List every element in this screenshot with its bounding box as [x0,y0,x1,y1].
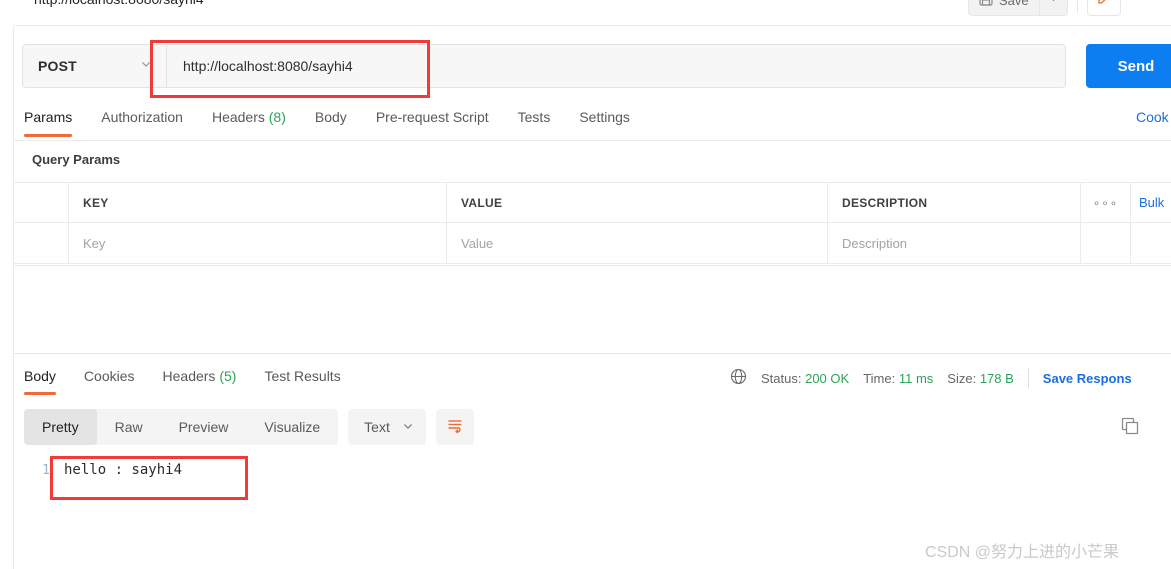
time-label: Time: [863,370,896,386]
description-input[interactable]: Description [842,236,907,251]
response-tab-headers-label: Headers [162,368,216,384]
response-tab-cookies[interactable]: Cookies [84,365,135,395]
header-value: VALUE [461,195,503,210]
save-button[interactable]: Save [968,0,1040,16]
tab-pre-request-script[interactable]: Pre-request Script [376,104,489,137]
request-tabs-divider [14,140,1171,141]
response-format-selector[interactable]: Text [348,409,426,445]
size-value: 178 B [979,370,1014,386]
bulk-edit-link: Bulk [1131,182,1171,223]
tab-params[interactable]: Params [24,104,73,137]
tab-authorization[interactable]: Authorization [101,104,183,137]
tab-params-label: Params [24,109,73,125]
status-value: 200 OK [805,370,850,386]
floppy-disk-icon [979,0,993,9]
view-mode-pretty[interactable]: Pretty [24,409,97,445]
response-tab-headers-count: (5) [219,368,237,384]
time-badge: Time: 11 ms [863,371,933,386]
chevron-down-icon [140,57,152,75]
response-tab-headers[interactable]: Headers (5) [163,365,237,395]
word-wrap-button[interactable] [435,409,474,445]
time-value: 11 ms [898,370,934,386]
table-row[interactable]: Key Value Description [14,222,1171,264]
line-number: 1 [42,462,50,478]
pencil-icon [1096,0,1112,11]
tab-headers-label: Headers [211,109,265,125]
ellipsis-icon: ∘∘∘ [1092,195,1119,210]
response-body-viewer[interactable]: 1 hello : sayhi4 [24,457,1124,483]
tab-tests[interactable]: Tests [518,104,551,137]
url-bar-row: POST http://localhost:8080/sayhi4 Send [0,26,1171,104]
tab-headers[interactable]: Headers (8) [212,104,286,137]
save-button-label: Save [999,0,1029,8]
response-view-toolbar: Pretty Raw Preview Visualize Text [24,409,474,445]
header-checkbox-cell [14,182,69,223]
status-badge: Status: 200 OK [761,371,849,386]
bulk-edit-label[interactable]: Bulk [1139,195,1164,210]
copy-to-clipboard-button[interactable] [1120,416,1140,441]
url-bar: POST http://localhost:8080/sayhi4 [22,44,1066,88]
tab-pre-request-script-label: Pre-request Script [375,109,489,125]
status-label: Status: [761,370,802,386]
request-tab-title[interactable]: http://localhost:8080/sayhi4 [34,0,204,7]
edit-button[interactable] [1086,0,1121,16]
response-tab-test-results-label: Test Results [264,368,341,384]
key-input[interactable]: Key [83,236,105,251]
row-end-cell [1131,223,1171,264]
watermark: CSDN @努力上进的小芒果 [925,544,1120,561]
status-divider [1027,368,1029,388]
pane-splitter[interactable] [14,353,1171,354]
tab-headers-count: (8) [268,109,286,125]
response-view-mode-group: Pretty Raw Preview Visualize [24,409,339,445]
size-badge: Size: 178 B [947,371,1014,386]
toolbar-divider [1076,0,1078,13]
query-params-title: Query Params [32,152,121,167]
response-tab-body-label: Body [24,368,56,384]
tab-authorization-label: Authorization [101,109,183,125]
size-label: Size: [947,370,977,386]
tab-settings-label: Settings [579,109,630,125]
chevron-down-icon [1048,0,1059,9]
query-params-table: KEY VALUE DESCRIPTION ∘∘∘ Bulk Key Value… [14,182,1171,264]
top-bar: http://localhost:8080/sayhi4 Save [0,0,1171,26]
row-checkbox-cell[interactable] [14,222,69,264]
response-tab-cookies-label: Cookies [83,368,135,384]
postman-window: http://localhost:8080/sayhi4 Save [0,0,1171,569]
tab-tests-label: Tests [517,109,551,125]
globe-icon [730,368,747,388]
save-response-link[interactable]: Save Respons [1043,371,1132,386]
method-label: POST [38,58,77,74]
view-mode-raw[interactable]: Raw [97,409,161,445]
request-tabs: Params Authorization Headers (8) Body Pr… [0,104,1171,140]
copy-icon [1120,417,1140,440]
word-wrap-icon [446,416,464,439]
save-options-button[interactable] [1039,0,1068,16]
tab-body[interactable]: Body [315,104,347,137]
method-selector[interactable]: POST [23,45,167,87]
response-tab-test-results[interactable]: Test Results [264,365,340,395]
params-bottom-divider [14,265,1171,266]
response-tab-body[interactable]: Body [24,365,56,395]
tab-settings[interactable]: Settings [579,104,630,137]
header-description: DESCRIPTION [842,195,928,210]
cookies-link[interactable]: Cook [1136,109,1169,125]
view-mode-preview[interactable]: Preview [161,409,247,445]
more-options-button[interactable]: ∘∘∘ [1081,182,1131,223]
view-mode-visualize[interactable]: Visualize [246,409,338,445]
response-body-text: hello : sayhi4 [64,462,183,478]
response-status-bar: Status: 200 OK Time: 11 ms Size: 178 B S… [730,368,1132,388]
response-format-label: Text [364,419,390,435]
value-input[interactable]: Value [461,236,493,251]
tab-body-label: Body [314,109,347,125]
table-header-row: KEY VALUE DESCRIPTION ∘∘∘ Bulk [14,182,1171,223]
row-more-cell [1081,222,1131,264]
save-button-group: Save [968,0,1121,16]
send-button[interactable]: Send [1086,44,1171,88]
url-input[interactable]: http://localhost:8080/sayhi4 [167,45,1065,87]
response-tabs: Body Cookies Headers (5) Test Results [24,365,369,395]
header-key: KEY [83,195,109,210]
code-line: 1 hello : sayhi4 [24,457,1124,483]
chevron-down-icon [402,419,414,435]
